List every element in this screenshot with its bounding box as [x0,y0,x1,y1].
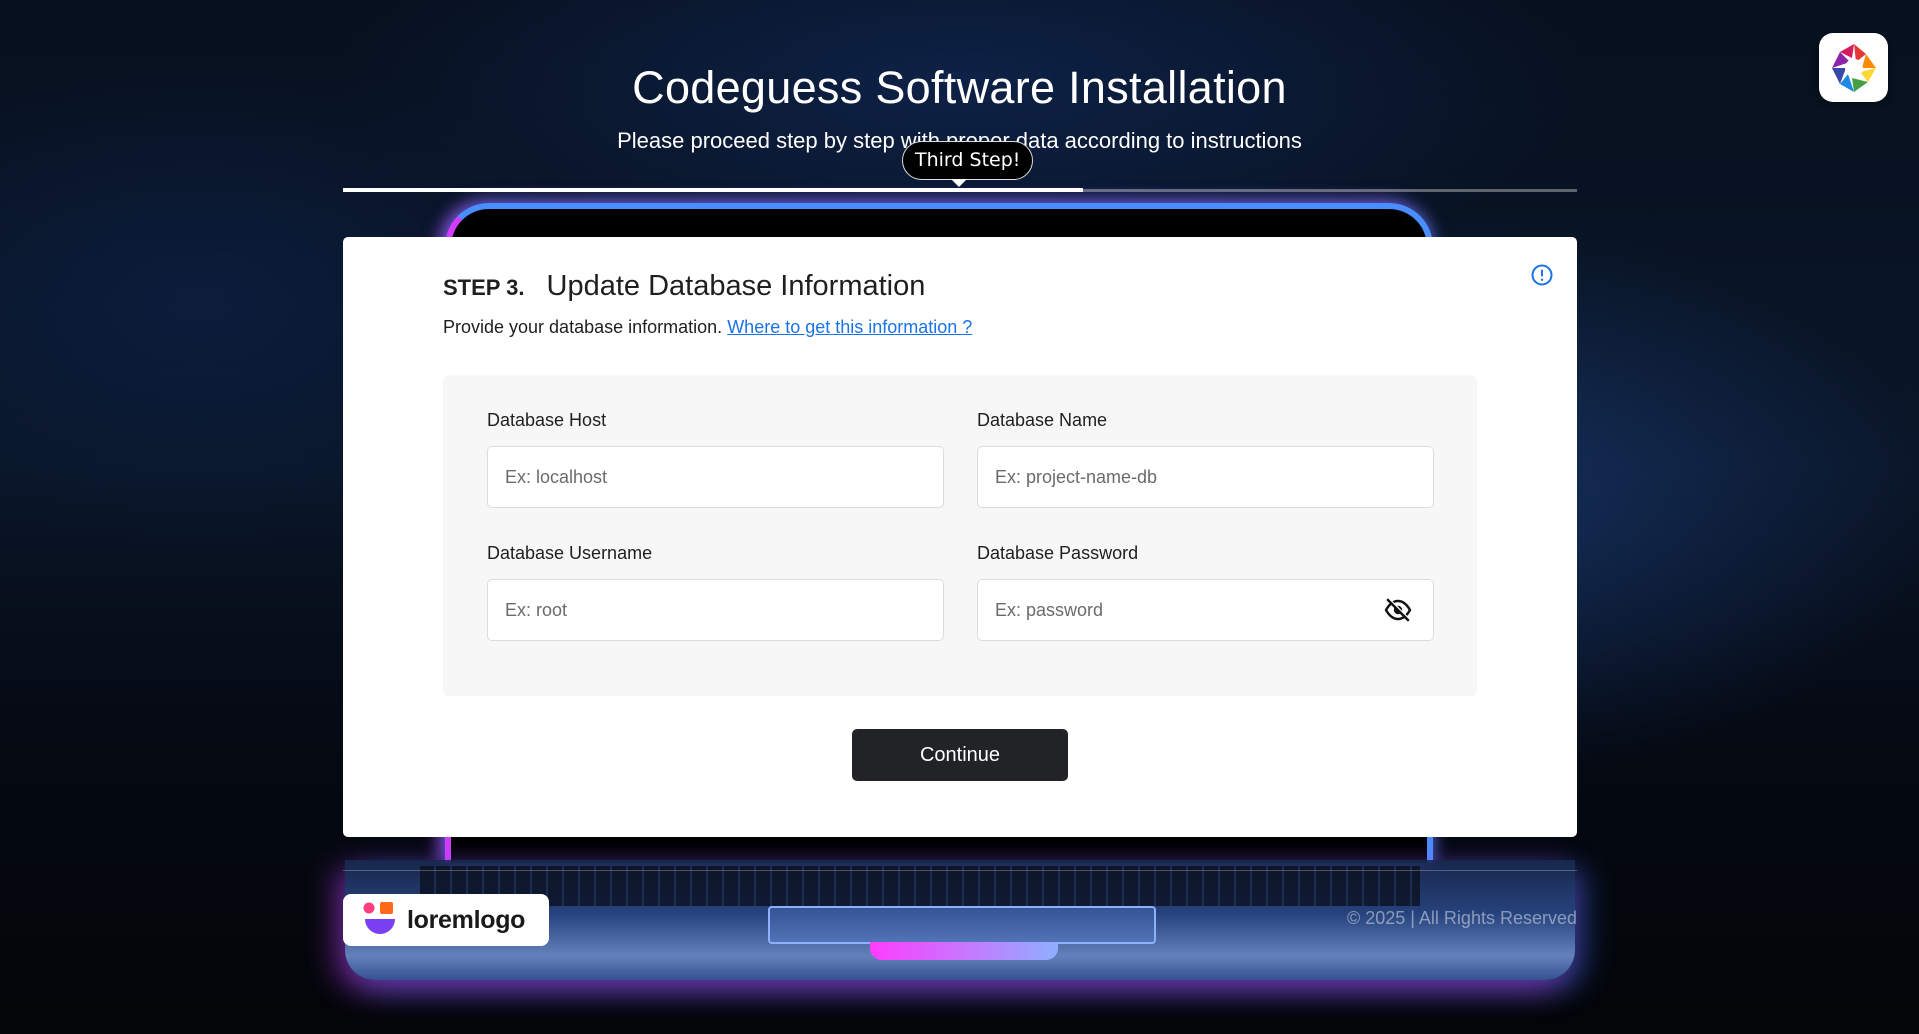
background-laptop-trackpad [768,906,1156,944]
progress-tooltip: Third Step! [902,141,1034,180]
copyright-text: © 2025 | All Rights Reserved [1346,908,1577,928]
step-description-text: Provide your database information. [443,317,723,337]
footer-logo[interactable]: loremlogo [343,894,549,946]
progress-tooltip-arrow [951,179,967,187]
continue-button[interactable]: Continue [852,729,1068,781]
database-name-input[interactable] [977,446,1434,508]
database-password-input[interactable] [977,579,1434,641]
step-number: STEP 3. [443,275,525,300]
help-link[interactable]: Where to get this information ? [727,317,972,337]
footer-logo-text: loremlogo [407,905,526,934]
database-username-label: Database Username [487,543,653,563]
progress-bar-fill [343,188,1084,192]
database-username-input[interactable] [487,579,944,641]
database-host-input[interactable] [487,446,944,508]
lorem-logo-icon [363,902,395,934]
background-laptop-notch [870,942,1058,960]
info-icon[interactable] [1530,263,1554,287]
step-heading: STEP 3. Update Database Information [443,270,925,303]
database-password-label: Database Password [977,543,1139,563]
step-title: Update Database Information [546,270,926,302]
progress-bar [343,188,1577,192]
footer-divider [343,870,1577,871]
eye-off-icon[interactable] [1384,598,1412,622]
step-description: Provide your database information. Where… [443,317,972,338]
background-laptop-keyboard [420,866,1420,906]
page-title: Codeguess Software Installation [632,62,1287,113]
database-name-label: Database Name [977,410,1108,430]
database-host-label: Database Host [487,410,607,430]
